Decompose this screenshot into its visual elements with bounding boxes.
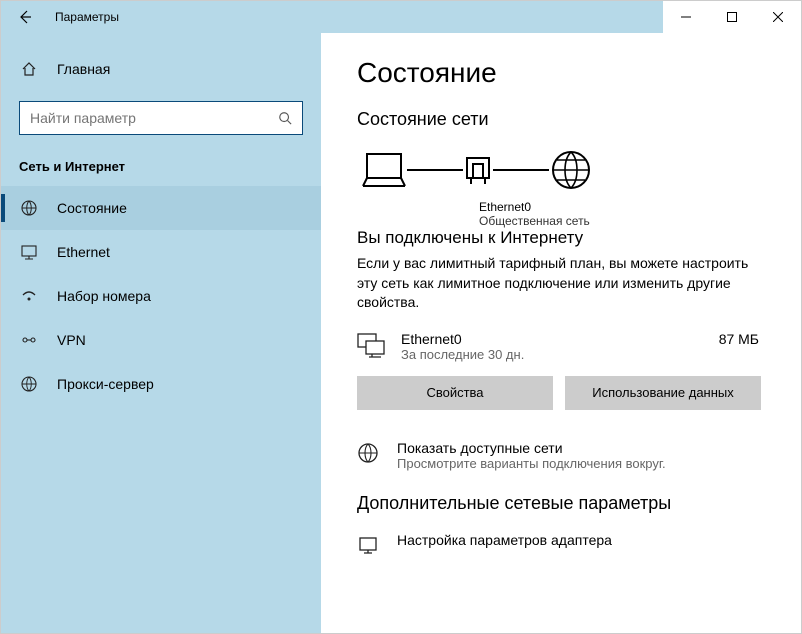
minimize-button[interactable] [663, 1, 709, 33]
connected-body: Если у вас лимитный тарифный план, вы мо… [357, 254, 765, 313]
button-row: Свойства Использование данных [357, 376, 765, 410]
network-name: Ethernet0 [479, 200, 765, 214]
nav-item-dialup[interactable]: Набор номера [1, 274, 321, 318]
nav-item-vpn[interactable]: VPN [1, 318, 321, 362]
connected-heading: Вы подключены к Интернету [357, 228, 765, 248]
globe-small-icon [357, 440, 383, 464]
adapter-settings-link[interactable]: Настройка параметров адаптера [357, 532, 765, 556]
device-icon [361, 150, 407, 190]
connection-name: Ethernet0 [401, 331, 719, 347]
window-body: Главная Сеть и Интернет Состояние [1, 33, 801, 633]
search-wrap [1, 89, 321, 151]
nav-label: Набор номера [57, 288, 151, 304]
back-button[interactable] [1, 1, 49, 33]
link-title: Показать доступные сети [397, 440, 666, 456]
status-icon [19, 199, 39, 217]
monitor-icon [357, 331, 391, 359]
window-title: Параметры [49, 10, 119, 24]
content: Состояние Состояние сети Ethernet0 Общес… [321, 33, 801, 633]
close-button[interactable] [755, 1, 801, 33]
dialup-icon [19, 287, 39, 305]
nav-item-ethernet[interactable]: Ethernet [1, 230, 321, 274]
settings-window: Параметры Главная [0, 0, 802, 634]
ethernet-icon [19, 243, 39, 261]
nav-item-status[interactable]: Состояние [1, 186, 321, 230]
sidebar: Главная Сеть и Интернет Состояние [1, 33, 321, 633]
page-title: Состояние [357, 57, 765, 89]
minimize-icon [681, 12, 691, 22]
nav-item-proxy[interactable]: Прокси-сервер [1, 362, 321, 406]
nav-label: VPN [57, 332, 86, 348]
home-icon [19, 61, 39, 77]
connection-row: Ethernet0 За последние 30 дн. 87 МБ [357, 331, 765, 362]
search-input[interactable] [30, 110, 278, 126]
close-icon [773, 12, 783, 22]
proxy-icon [19, 375, 39, 393]
search-box[interactable] [19, 101, 303, 135]
status-heading: Состояние сети [357, 109, 765, 130]
category-header: Сеть и Интернет [1, 151, 321, 186]
network-type: Общественная сеть [479, 214, 765, 228]
connection-period: За последние 30 дн. [401, 347, 719, 362]
nav-label: Прокси-сервер [57, 376, 154, 392]
vpn-icon [19, 331, 39, 349]
search-icon [278, 111, 292, 125]
router-icon [463, 150, 493, 190]
arrow-left-icon [17, 9, 33, 25]
home-label: Главная [57, 61, 110, 77]
properties-button[interactable]: Свойства [357, 376, 553, 410]
home-link[interactable]: Главная [1, 49, 321, 89]
data-usage-value: 87 МБ [719, 331, 765, 347]
link-desc: Просмотрите варианты подключения вокруг. [397, 456, 666, 471]
adapter-icon [357, 532, 383, 556]
nav-label: Состояние [57, 200, 127, 216]
advanced-heading: Дополнительные сетевые параметры [357, 493, 765, 514]
titlebar: Параметры [1, 1, 801, 33]
nav-label: Ethernet [57, 244, 110, 260]
adapter-link-title: Настройка параметров адаптера [397, 532, 612, 548]
network-caption: Ethernet0 Общественная сеть [479, 200, 765, 228]
data-usage-button[interactable]: Использование данных [565, 376, 761, 410]
available-networks-link[interactable]: Показать доступные сети Просмотрите вари… [357, 440, 765, 471]
maximize-icon [727, 12, 737, 22]
network-diagram [361, 148, 765, 192]
globe-icon [549, 148, 593, 192]
maximize-button[interactable] [709, 1, 755, 33]
